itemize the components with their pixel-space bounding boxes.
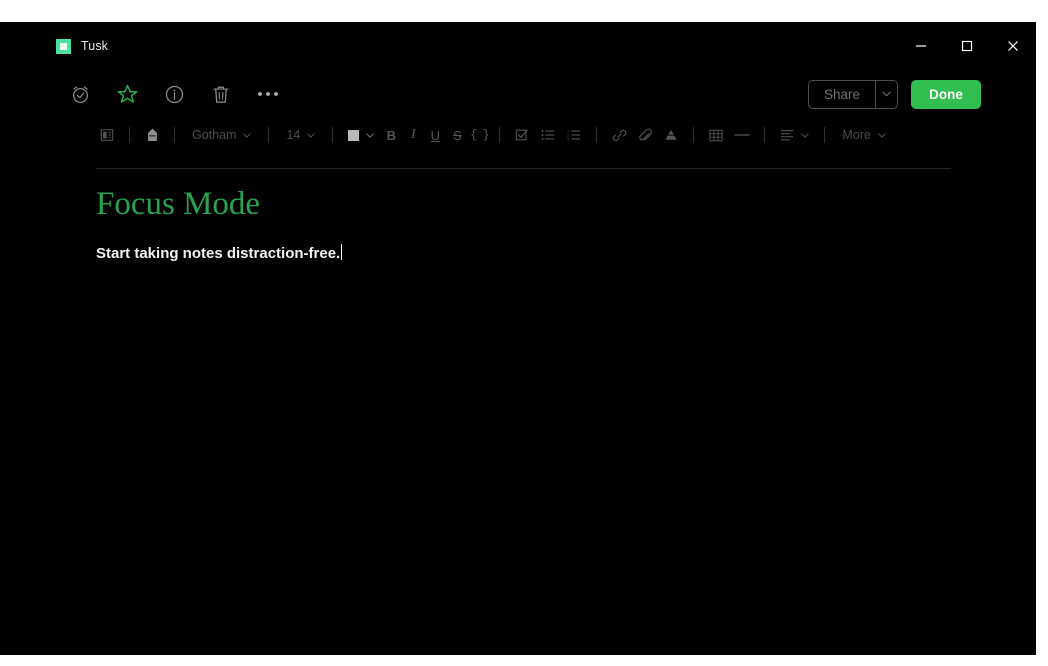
italic-button[interactable]: I	[402, 123, 424, 147]
minimize-icon	[916, 45, 926, 47]
format-toolbar: Gotham 14 B I U S { } 1 2 3 More	[0, 118, 1036, 152]
reminder-alarm-icon	[72, 85, 88, 103]
window-controls	[898, 22, 1036, 70]
trash-icon	[213, 86, 229, 103]
title-bar: Tusk	[0, 22, 1036, 70]
toolbar-separator	[764, 127, 766, 143]
chevron-down-icon	[243, 132, 252, 138]
numbered-list-button[interactable]: 1 2 3	[561, 123, 587, 147]
font-family-value: Gotham	[192, 128, 237, 142]
font-size-selector[interactable]: 14	[278, 123, 323, 147]
more-options-icon	[258, 92, 278, 96]
maximize-icon	[961, 40, 973, 52]
underline-button[interactable]: U	[424, 123, 446, 147]
minimize-button[interactable]	[898, 22, 944, 70]
note-title[interactable]: Focus Mode	[96, 184, 956, 225]
drive-button[interactable]	[658, 123, 684, 147]
chevron-down-icon	[366, 132, 375, 138]
table-button[interactable]	[703, 123, 729, 147]
reminder-button[interactable]	[66, 80, 94, 108]
code-button[interactable]: { }	[468, 123, 490, 147]
chevron-down-icon	[882, 91, 891, 97]
document-editor[interactable]: Focus Mode Start taking notes distractio…	[0, 174, 1036, 655]
toolbar-separator	[174, 127, 175, 143]
share-button[interactable]: Share	[809, 81, 875, 108]
more-options-button[interactable]	[254, 80, 282, 108]
note-actions-group	[66, 70, 282, 118]
table-icon	[709, 129, 723, 141]
share-button-group: Share	[807, 79, 898, 109]
toolbar-separator	[596, 127, 598, 143]
numbered-list-icon: 1 2 3	[567, 129, 581, 141]
favorite-star-icon	[117, 84, 137, 103]
bullet-list-button[interactable]	[535, 123, 561, 147]
drive-icon	[665, 129, 677, 140]
bullet-list-icon	[541, 130, 555, 140]
info-button[interactable]	[160, 80, 188, 108]
text-cursor	[341, 244, 343, 261]
toolbar-divider	[96, 168, 951, 169]
checklist-icon	[516, 129, 529, 141]
paragraph-style-button[interactable]	[94, 123, 120, 147]
chevron-down-icon	[801, 132, 810, 138]
done-button[interactable]: Done	[911, 79, 981, 109]
align-left-icon	[781, 130, 794, 141]
favorite-button[interactable]	[113, 80, 141, 108]
note-body-wrapper[interactable]: Start taking notes distraction-free.	[96, 242, 956, 265]
checklist-button[interactable]	[509, 123, 535, 147]
more-formatting-selector[interactable]: More	[834, 123, 893, 147]
highlighter-icon	[147, 128, 157, 141]
toolbar-separator	[332, 127, 334, 143]
toolbar-separator	[129, 127, 130, 143]
toolbar-separator	[268, 127, 270, 143]
note-body-text: Start taking notes distraction-free.	[96, 245, 341, 263]
align-selector[interactable]	[774, 123, 815, 147]
attachment-button[interactable]	[632, 123, 658, 147]
share-dropdown-button[interactable]	[875, 80, 897, 108]
toolbar-separator	[693, 127, 695, 143]
horizontal-rule-icon	[734, 134, 751, 136]
action-bar-right-group: Share Done	[807, 70, 981, 118]
strikethrough-button[interactable]: S	[446, 123, 468, 147]
svg-text:3: 3	[567, 138, 569, 141]
link-icon	[612, 129, 627, 141]
more-formatting-label: More	[842, 128, 871, 142]
close-icon	[1008, 41, 1018, 51]
title-bar-identity: Tusk	[56, 22, 108, 70]
paperclip-icon	[639, 128, 652, 141]
font-family-selector[interactable]: Gotham	[184, 123, 259, 147]
application-window: Tusk Share Done Gotham 14 B I U S {} 1 …	[0, 22, 1036, 655]
app-title: Tusk	[81, 38, 109, 53]
delete-button[interactable]	[207, 80, 235, 108]
bold-button[interactable]: B	[380, 123, 402, 147]
link-button[interactable]	[606, 123, 632, 147]
action-bar: Share Done	[0, 70, 1036, 118]
app-logo-inner-square	[60, 42, 67, 50]
toolbar-separator	[824, 127, 826, 143]
info-icon	[165, 85, 183, 103]
horizontal-rule-button[interactable]	[729, 123, 755, 147]
chevron-down-icon	[307, 132, 316, 138]
font-color-swatch	[348, 129, 360, 141]
paragraph-style-icon	[100, 129, 114, 141]
maximize-button[interactable]	[944, 22, 990, 70]
highlighter-button[interactable]	[139, 123, 165, 147]
app-logo-icon	[56, 38, 71, 54]
font-size-value: 14	[286, 128, 301, 142]
toolbar-separator	[499, 127, 501, 143]
font-color-selector[interactable]	[342, 123, 380, 147]
close-button[interactable]	[990, 22, 1036, 70]
chevron-down-icon	[878, 132, 886, 138]
